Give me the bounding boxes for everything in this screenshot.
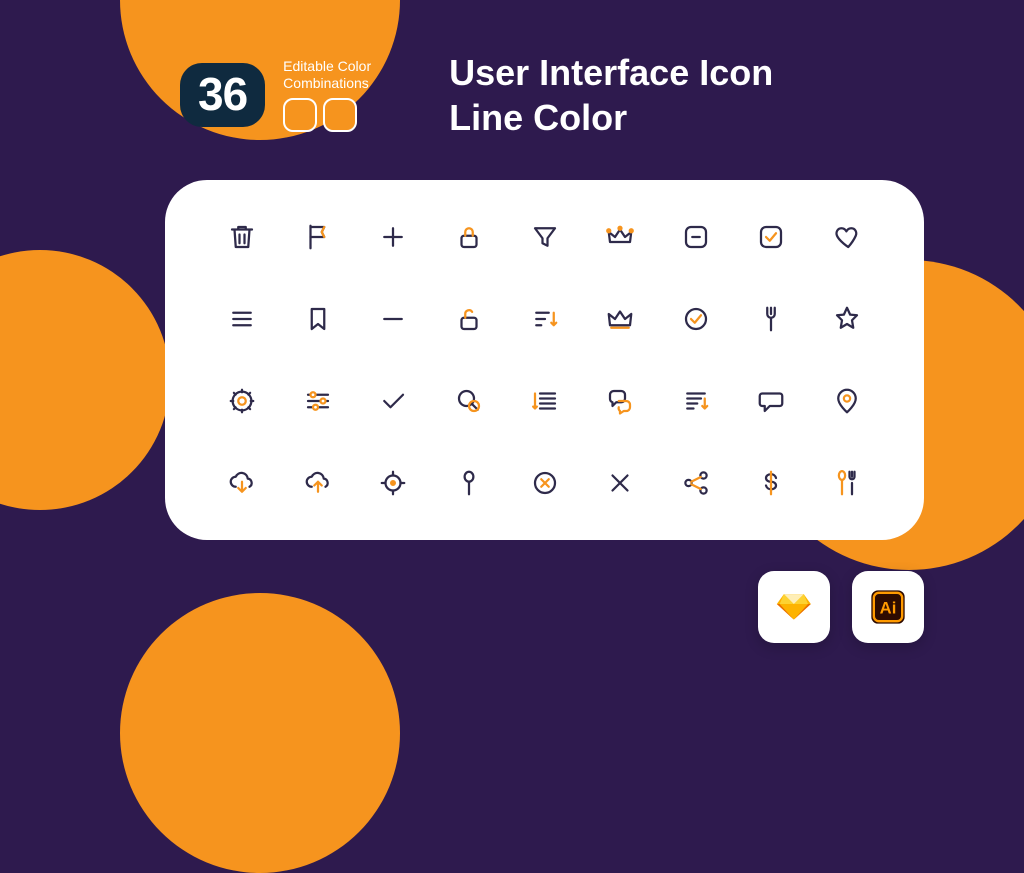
menu-lines-icon — [225, 302, 259, 336]
spoon-fork-icon — [830, 466, 864, 500]
chat-search-icon — [452, 384, 486, 418]
combos-line2: Combinations — [283, 75, 369, 91]
swatches — [283, 98, 371, 132]
target-icon — [376, 466, 410, 500]
color-combos: Editable Color Combinations — [283, 58, 371, 132]
share-nodes-icon — [679, 466, 713, 500]
x-icon — [603, 466, 637, 500]
app-badges: Ai — [758, 571, 924, 643]
sliders-icon — [301, 384, 335, 418]
page-title: User Interface Icon Line Color — [449, 50, 773, 140]
title-line2: Line Color — [449, 97, 627, 138]
bg-circle-left — [0, 250, 170, 510]
svg-text:Ai: Ai — [880, 599, 897, 618]
count-badge: 36 — [180, 63, 265, 127]
icon-row-2 — [225, 302, 864, 336]
trash-icon — [225, 220, 259, 254]
x-circle-icon — [528, 466, 562, 500]
combos-label: Editable Color Combinations — [283, 58, 371, 92]
fork-icon — [754, 302, 788, 336]
bg-circle-bottom — [120, 593, 400, 873]
icon-row-1 — [225, 220, 864, 254]
illustrator-app-icon: Ai — [852, 571, 924, 643]
sort-desc-icon — [528, 302, 562, 336]
swatch-orange — [323, 98, 357, 132]
combos-line1: Editable Color — [283, 58, 371, 74]
icon-row-4 — [225, 466, 864, 500]
cloud-download-icon — [225, 466, 259, 500]
spoon-icon — [452, 466, 486, 500]
checkbox-minus-icon — [679, 220, 713, 254]
cloud-upload-icon — [301, 466, 335, 500]
dollar-icon — [754, 466, 788, 500]
star-icon — [830, 302, 864, 336]
speech-bubble-icon — [754, 384, 788, 418]
header: 36 Editable Color Combinations User Inte… — [180, 50, 924, 140]
flag-icon — [301, 220, 335, 254]
funnel-icon — [528, 220, 562, 254]
checkbox-check-icon — [754, 220, 788, 254]
check-icon — [376, 384, 410, 418]
list-sort-icon — [679, 384, 713, 418]
plus-icon — [376, 220, 410, 254]
crown-dots-icon — [603, 220, 637, 254]
chat-bubbles-icon — [603, 384, 637, 418]
heart-icon — [830, 220, 864, 254]
gear-icon — [225, 384, 259, 418]
icon-card — [165, 180, 924, 540]
icon-row-3 — [225, 384, 864, 418]
map-pin-icon — [830, 384, 864, 418]
list-lines-icon — [528, 384, 562, 418]
lock-open-icon — [452, 302, 486, 336]
bookmark-icon — [301, 302, 335, 336]
lock-closed-icon — [452, 220, 486, 254]
minus-icon — [376, 302, 410, 336]
crown-outline-icon — [603, 302, 637, 336]
check-circle-icon — [679, 302, 713, 336]
title-line1: User Interface Icon — [449, 52, 773, 93]
sketch-app-icon — [758, 571, 830, 643]
swatch-outline — [283, 98, 317, 132]
